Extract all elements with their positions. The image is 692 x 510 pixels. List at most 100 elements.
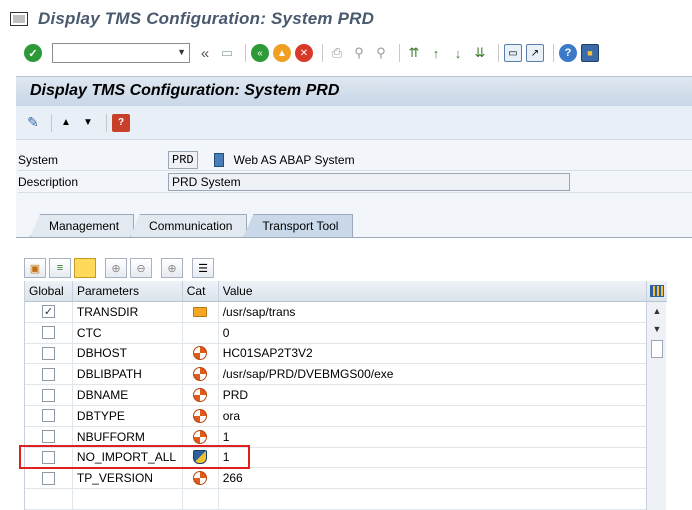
server-icon xyxy=(213,153,224,167)
table-row[interactable]: CTC 0 xyxy=(25,322,666,344)
checkbox[interactable] xyxy=(41,388,55,402)
checkbox[interactable] xyxy=(41,367,55,381)
vertical-scrollbar[interactable]: ▲ ▼ xyxy=(646,281,667,510)
separator xyxy=(498,44,499,62)
global-cell xyxy=(25,426,73,447)
sap-window-icon[interactable] xyxy=(10,12,28,26)
global-cell xyxy=(25,385,73,405)
filter-icon[interactable] xyxy=(74,258,96,278)
value-cell[interactable]: 1 xyxy=(219,447,666,468)
checkbox[interactable] xyxy=(41,409,55,423)
checkbox[interactable] xyxy=(41,471,55,485)
tab-transport-tool[interactable]: Transport Tool xyxy=(243,214,354,237)
collapse-icon[interactable]: « xyxy=(196,44,214,62)
table-body: ✓ TRANSDIR/usr/sap/trans CTC 0 DBHOST HC01SAP… xyxy=(25,302,666,510)
help-book-icon[interactable]: ? xyxy=(112,113,130,132)
enter-icon[interactable]: ✓ xyxy=(24,44,42,62)
value-cell[interactable]: 266 xyxy=(219,468,666,489)
copy-row-icon[interactable]: ⊕ xyxy=(161,258,183,278)
system-type: Web AS ABAP System xyxy=(233,153,355,167)
find-next-icon[interactable]: ⚲ xyxy=(372,44,390,62)
new-session-icon[interactable]: ▭ xyxy=(504,44,522,62)
help-icon[interactable]: ? xyxy=(559,44,577,62)
global-cell xyxy=(25,322,73,343)
value-cell[interactable]: /usr/sap/PRD/DVEBMGS00/exe xyxy=(219,364,666,385)
table-row[interactable]: TP_VERSION 266 xyxy=(25,468,666,490)
parameter-cell: TP_VERSION xyxy=(73,468,183,489)
checkbox[interactable] xyxy=(41,326,55,340)
first-page-icon[interactable]: ⇈ xyxy=(405,44,423,62)
empty-cell xyxy=(183,489,219,509)
scroll-thumb[interactable] xyxy=(650,340,663,358)
value-cell[interactable]: PRD xyxy=(219,385,666,405)
description-field[interactable]: PRD System xyxy=(168,173,570,191)
cat-cell xyxy=(183,426,219,447)
find-icon[interactable]: ⚲ xyxy=(350,44,368,62)
header-cat[interactable]: Cat xyxy=(183,281,219,301)
cat-cell xyxy=(183,302,219,322)
next-object-icon[interactable]: ▼ xyxy=(79,114,97,132)
separator xyxy=(553,44,554,62)
command-field[interactable]: ▼ xyxy=(52,43,190,63)
back-icon[interactable]: « xyxy=(251,44,269,62)
category-icon xyxy=(193,388,208,403)
insert-row-icon[interactable]: ⊕ xyxy=(105,258,127,278)
separator xyxy=(106,113,107,132)
empty-cell xyxy=(219,489,666,509)
value-cell[interactable]: HC01SAP2T3V2 xyxy=(219,343,666,364)
header-global[interactable]: Global xyxy=(25,281,73,301)
list-icon[interactable]: ☰ xyxy=(192,258,214,278)
header-parameters[interactable]: Parameters xyxy=(73,281,183,301)
delete-row-icon[interactable]: ⊖ xyxy=(130,258,152,278)
print-icon[interactable]: ⎙ xyxy=(328,44,346,62)
cat-cell xyxy=(183,468,219,489)
scroll-up-icon[interactable]: ▲ xyxy=(647,302,667,320)
checkbox[interactable] xyxy=(41,346,55,360)
display-change-icon[interactable]: ✎ xyxy=(24,114,42,132)
value-cell[interactable]: ora xyxy=(219,405,666,426)
checkbox-checked[interactable]: ✓ xyxy=(41,305,55,319)
parameter-cell: DBLIBPATH xyxy=(73,364,183,385)
table-row[interactable]: DBHOST HC01SAP2T3V2 xyxy=(25,343,666,365)
separator xyxy=(245,44,246,62)
table-row[interactable]: DBTYPE ora xyxy=(25,405,666,427)
system-field[interactable]: PRD xyxy=(168,151,198,169)
previous-object-icon[interactable]: ▲ xyxy=(57,114,75,132)
next-page-icon[interactable]: ↓ xyxy=(449,44,467,62)
table-row[interactable]: ✓ TRANSDIR/usr/sap/trans xyxy=(25,302,666,323)
cat-cell xyxy=(183,364,219,385)
exit-icon[interactable]: ▲ xyxy=(273,44,291,62)
chevron-down-icon[interactable]: ▼ xyxy=(177,47,186,57)
value-cell[interactable]: 1 xyxy=(219,426,666,447)
shortcut-icon[interactable]: ↗ xyxy=(526,44,544,62)
screen-header: Display TMS Configuration: System PRD xyxy=(16,76,692,106)
prev-page-icon[interactable]: ↑ xyxy=(427,44,445,62)
column-layout-icon[interactable] xyxy=(647,281,667,302)
cancel-icon[interactable]: ✕ xyxy=(295,44,313,62)
global-cell xyxy=(25,364,73,385)
global-cell xyxy=(25,343,73,364)
separator xyxy=(399,44,400,62)
table-row[interactable]: DBNAME PRD xyxy=(25,385,666,406)
customize-layout-icon[interactable]: ■ xyxy=(581,44,599,62)
table-row[interactable]: DBLIBPATH/usr/sap/PRD/DVEBMGS00/exe xyxy=(25,364,666,386)
sort-icon[interactable]: ≡ xyxy=(49,258,71,278)
checkbox[interactable] xyxy=(41,430,55,444)
separator xyxy=(322,44,323,62)
save-icon[interactable]: ▭ xyxy=(218,44,236,62)
last-page-icon[interactable]: ⇊ xyxy=(471,44,489,62)
highlight-box xyxy=(19,445,250,469)
value-cell[interactable]: 0 xyxy=(219,322,666,343)
empty-cell xyxy=(73,489,183,509)
header-value[interactable]: Value xyxy=(219,281,666,301)
details-icon[interactable]: ▣ xyxy=(24,258,46,278)
cat-cell xyxy=(183,343,219,364)
divider xyxy=(18,192,692,193)
scroll-down-icon[interactable]: ▼ xyxy=(647,320,667,338)
cat-cell xyxy=(183,322,219,343)
tab-management[interactable]: Management xyxy=(30,214,135,237)
value-cell[interactable]: /usr/sap/trans xyxy=(219,302,666,322)
standard-toolbar: ✓ ▼ « ▭ « ▲ ✕ ⎙ ⚲ ⚲ ⇈ ↑ ↓ ⇊ ▭ ↗ ? ■ xyxy=(0,38,692,68)
tab-communication[interactable]: Communication xyxy=(130,214,248,237)
application-toolbar: ✎ ▲ ▼ ? xyxy=(16,106,692,140)
